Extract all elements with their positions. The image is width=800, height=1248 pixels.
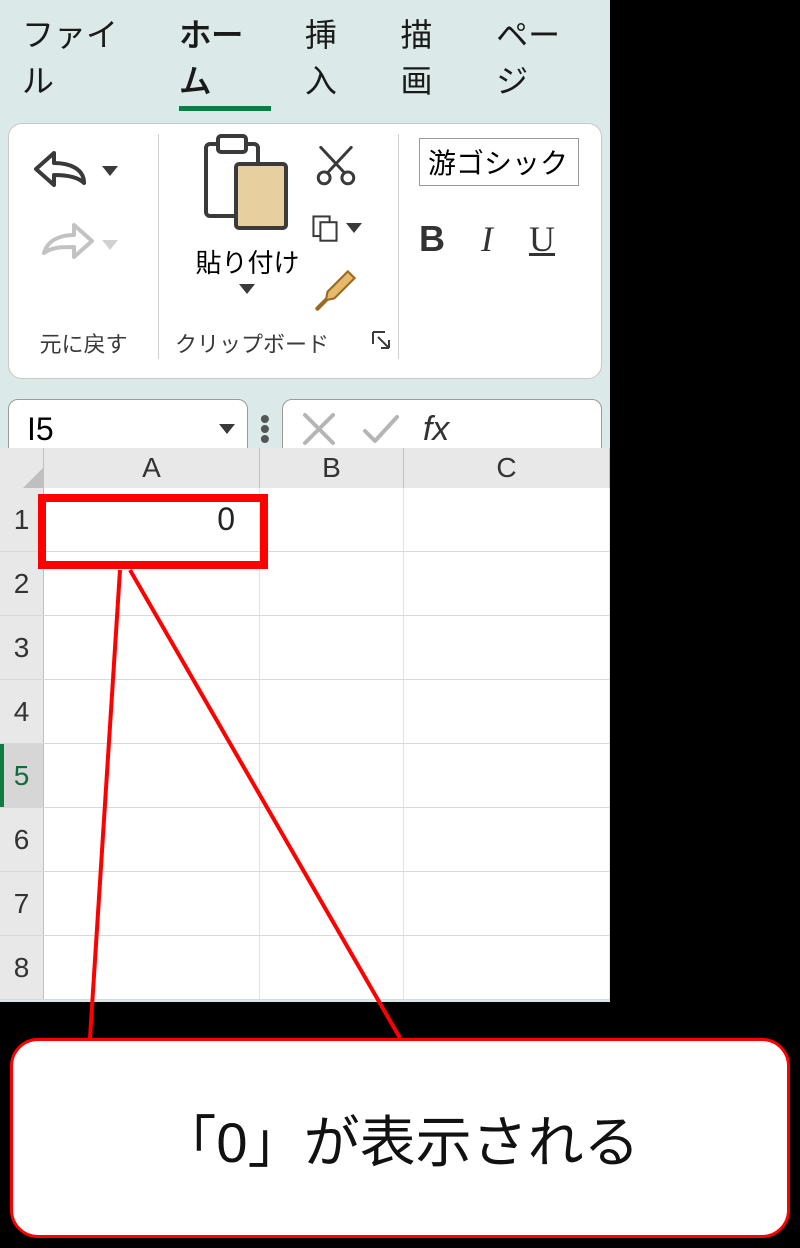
excel-window: ファイル ホーム 挿入 描画 ページ 元に戻す	[0, 0, 610, 1002]
column-header-a[interactable]: A	[44, 448, 260, 488]
cut-button[interactable]	[310, 140, 362, 192]
scissors-icon	[314, 144, 358, 188]
cell-c1[interactable]	[404, 488, 610, 551]
cell-c8[interactable]	[404, 936, 610, 999]
row-8: 8	[0, 936, 610, 1000]
cell-c2[interactable]	[404, 552, 610, 615]
cell-b8[interactable]	[260, 936, 404, 999]
chevron-down-icon	[102, 240, 118, 250]
cell-a7[interactable]	[44, 872, 260, 935]
cell-b2[interactable]	[260, 552, 404, 615]
tab-page[interactable]: ページ	[496, 10, 588, 119]
cell-c4[interactable]	[404, 680, 610, 743]
row-1: 1 0	[0, 488, 610, 552]
cell-b6[interactable]	[260, 808, 404, 871]
row-header-6[interactable]: 6	[0, 808, 44, 871]
tab-insert[interactable]: 挿入	[305, 10, 367, 119]
cell-b1[interactable]	[260, 488, 404, 551]
cell-b3[interactable]	[260, 616, 404, 679]
menu-bar: ファイル ホーム 挿入 描画 ページ	[0, 0, 610, 119]
row-6: 6	[0, 808, 610, 872]
chevron-down-icon[interactable]	[239, 284, 255, 294]
format-painter-button[interactable]	[310, 264, 362, 316]
drag-handle-icon[interactable]: •••	[260, 414, 270, 444]
row-header-1[interactable]: 1	[0, 488, 44, 551]
copy-icon	[310, 208, 340, 248]
ribbon-group-font: B I U	[399, 134, 601, 359]
underline-button[interactable]: U	[529, 218, 555, 260]
spreadsheet-grid: A B C 1 0 2 3 4 5 6	[0, 448, 610, 1000]
annotation-callout: 「0」が表示される	[10, 1038, 790, 1238]
name-box-value: I5	[27, 411, 54, 448]
ribbon-group-undo: 元に戻す	[9, 134, 159, 359]
row-2: 2	[0, 552, 610, 616]
group-label-undo: 元に戻す	[9, 329, 158, 361]
cell-a1[interactable]: 0	[44, 488, 260, 551]
ribbon: 元に戻す 貼り付け	[8, 123, 602, 379]
row-header-8[interactable]: 8	[0, 936, 44, 999]
cell-a2[interactable]	[44, 552, 260, 615]
row-5: 5	[0, 744, 610, 808]
row-3: 3	[0, 616, 610, 680]
undo-icon	[32, 147, 96, 195]
row-header-5[interactable]: 5	[0, 744, 44, 807]
redo-icon	[32, 221, 96, 269]
row-header-4[interactable]: 4	[0, 680, 44, 743]
cell-a6[interactable]	[44, 808, 260, 871]
cell-a4[interactable]	[44, 680, 260, 743]
ribbon-group-clipboard: 貼り付け	[159, 134, 399, 359]
chevron-down-icon	[102, 166, 118, 176]
redo-button[interactable]	[32, 214, 136, 276]
paste-button[interactable]	[200, 134, 294, 239]
cell-b4[interactable]	[260, 680, 404, 743]
tab-draw[interactable]: 描画	[401, 10, 463, 119]
tab-file[interactable]: ファイル	[22, 10, 145, 119]
bold-button[interactable]: B	[419, 218, 445, 260]
chevron-down-icon	[219, 424, 235, 434]
italic-button[interactable]: I	[481, 218, 493, 260]
enter-icon[interactable]	[361, 409, 401, 449]
paste-label: 貼り付け	[195, 243, 299, 280]
paste-icon	[200, 134, 294, 234]
cell-c3[interactable]	[404, 616, 610, 679]
group-label-clipboard: クリップボード	[159, 329, 398, 361]
cell-b7[interactable]	[260, 872, 404, 935]
cell-a5[interactable]	[44, 744, 260, 807]
cell-b5[interactable]	[260, 744, 404, 807]
fx-label[interactable]: fx	[423, 410, 449, 449]
column-header-b[interactable]: B	[260, 448, 404, 488]
annotation-callout-text: 「0」が表示される	[160, 1098, 639, 1179]
cell-c7[interactable]	[404, 872, 610, 935]
paintbrush-icon	[314, 268, 358, 312]
cell-c6[interactable]	[404, 808, 610, 871]
column-header-c[interactable]: C	[404, 448, 610, 488]
dialog-launcher-icon[interactable]	[370, 329, 392, 357]
row-4: 4	[0, 680, 610, 744]
row-7: 7	[0, 872, 610, 936]
font-name-box[interactable]	[419, 138, 579, 186]
cell-c5[interactable]	[404, 744, 610, 807]
select-all-corner[interactable]	[0, 448, 44, 488]
row-header-7[interactable]: 7	[0, 872, 44, 935]
tab-home[interactable]: ホーム	[179, 10, 271, 119]
undo-button[interactable]	[32, 140, 136, 202]
cell-a8[interactable]	[44, 936, 260, 999]
row-header-3[interactable]: 3	[0, 616, 44, 679]
cell-a3[interactable]	[44, 616, 260, 679]
copy-button[interactable]	[310, 202, 362, 254]
cancel-icon[interactable]	[299, 409, 339, 449]
chevron-down-icon	[346, 223, 362, 233]
row-header-2[interactable]: 2	[0, 552, 44, 615]
